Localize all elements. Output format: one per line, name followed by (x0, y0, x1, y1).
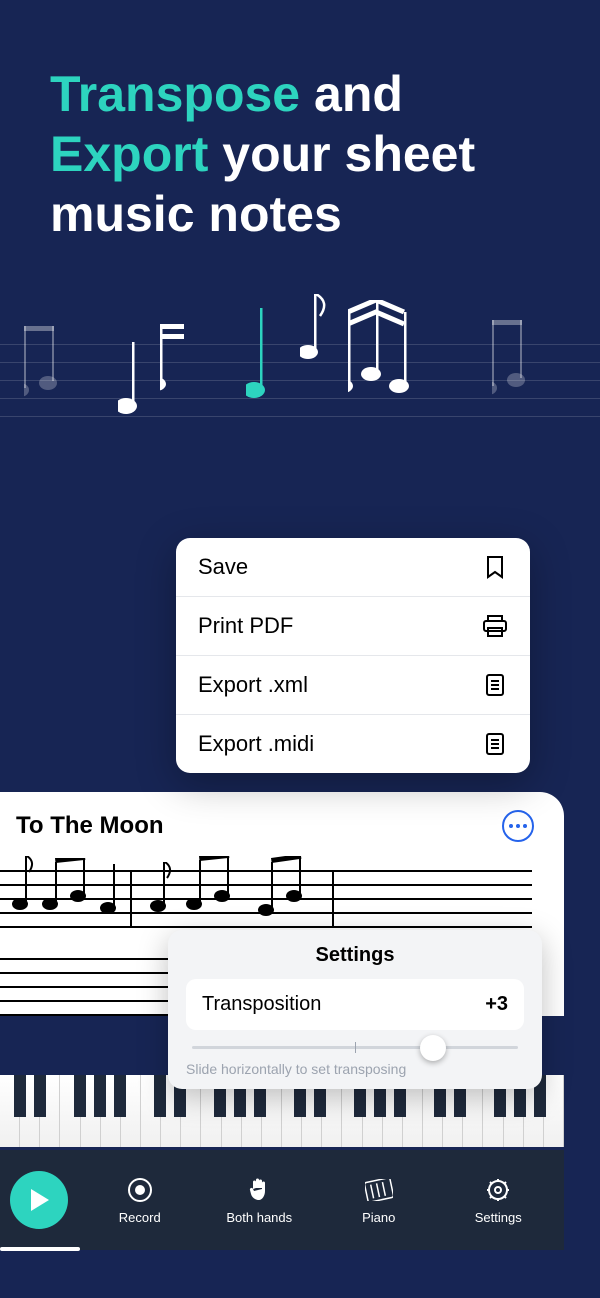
menu-item-save[interactable]: Save (176, 538, 530, 597)
slider-thumb[interactable] (420, 1035, 446, 1061)
settings-popup: Settings Transposition +3 Slide horizont… (168, 930, 542, 1089)
menu-item-export-xml[interactable]: Export .xml (176, 656, 530, 715)
slider-hint: Slide horizontally to set transposing (186, 1061, 524, 1077)
export-menu: Save Print PDF Export .xml Export .midi (176, 538, 530, 773)
nav-piano[interactable]: Piano (323, 1176, 435, 1225)
nav-both-hands[interactable]: Both hands (204, 1176, 316, 1225)
music-note-icon (348, 300, 428, 420)
document-icon (482, 731, 508, 757)
document-icon (482, 672, 508, 698)
piano-icon (365, 1176, 393, 1204)
more-options-button[interactable] (502, 810, 534, 842)
transposition-value: +3 (485, 993, 508, 1016)
music-note-icon (300, 294, 340, 394)
headline-accent-1: Transpose (50, 66, 300, 122)
settings-title: Settings (186, 944, 524, 967)
nav-record[interactable]: Record (84, 1176, 196, 1225)
transposition-row: Transposition +3 (186, 979, 524, 1030)
transposition-label: Transposition (202, 993, 321, 1016)
menu-item-print[interactable]: Print PDF (176, 597, 530, 656)
decorative-notes (0, 284, 600, 464)
marketing-headline: Transpose and Export your sheet music no… (0, 0, 600, 244)
gear-icon (484, 1176, 512, 1204)
transposition-slider[interactable] (192, 1046, 518, 1049)
printer-icon (482, 613, 508, 639)
song-title: To The Moon (16, 812, 164, 840)
music-note-icon (492, 320, 542, 420)
music-note-icon (118, 342, 148, 422)
bookmark-icon (482, 554, 508, 580)
playback-progress[interactable] (0, 1247, 80, 1251)
play-icon (31, 1189, 51, 1211)
music-note-icon (160, 324, 200, 424)
headline-accent-2: Export (50, 126, 208, 182)
music-note-icon (24, 326, 74, 416)
hand-icon (245, 1176, 273, 1204)
menu-item-export-midi[interactable]: Export .midi (176, 715, 530, 773)
record-icon (126, 1176, 154, 1204)
bottom-toolbar: Record Both hands Piano Settings (0, 1150, 564, 1250)
music-note-icon (246, 308, 276, 408)
nav-settings[interactable]: Settings (443, 1176, 555, 1225)
play-button[interactable] (10, 1171, 68, 1229)
